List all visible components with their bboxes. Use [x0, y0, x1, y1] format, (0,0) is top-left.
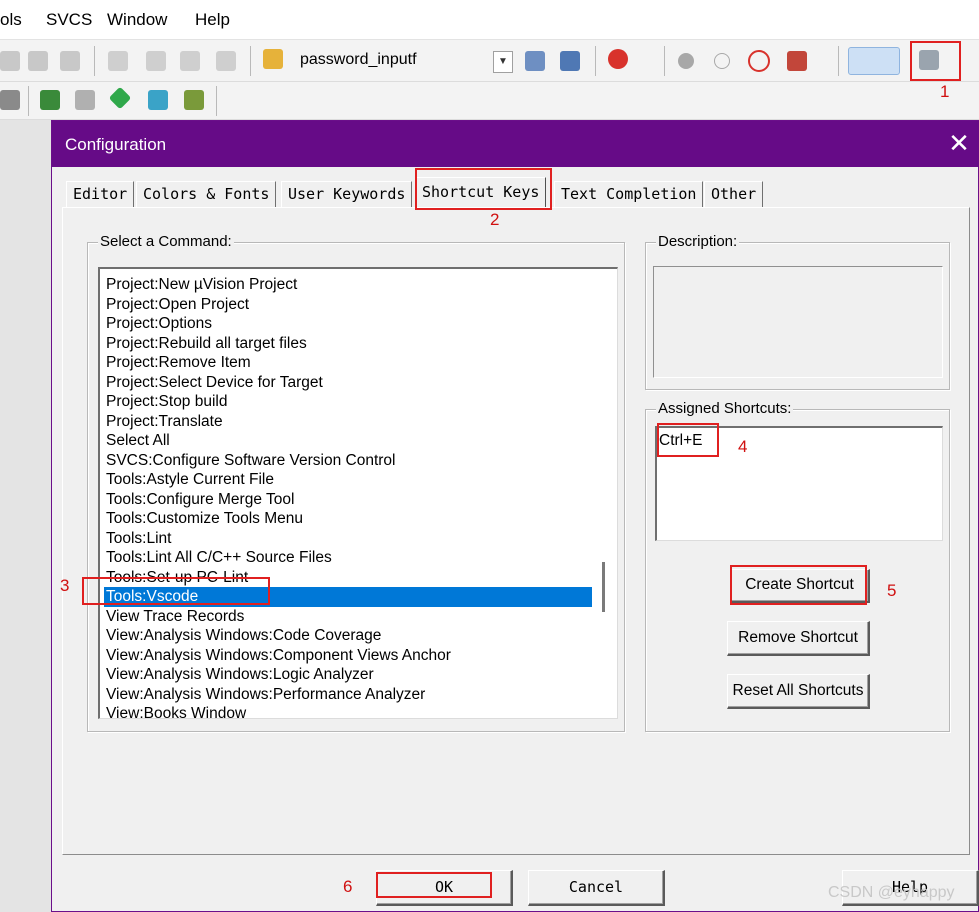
find-icon[interactable]: [560, 51, 580, 71]
annotation-box-3: [82, 577, 270, 605]
annotation-number-1: 1: [940, 82, 950, 101]
scrollbar[interactable]: [592, 269, 616, 718]
breakpoint-disable-icon[interactable]: [714, 53, 730, 69]
build-toolbar: [0, 82, 979, 120]
tab-user-keywords[interactable]: User Keywords: [281, 181, 413, 207]
kill-breakpoints-icon[interactable]: [748, 50, 770, 72]
components-icon[interactable]: [75, 90, 95, 110]
assigned-shortcuts-label: Assigned Shortcuts:: [656, 400, 794, 417]
annotation-number-6: 6: [343, 877, 353, 896]
list-item[interactable]: Project:Stop build: [104, 392, 592, 412]
list-item[interactable]: View Trace Records: [104, 607, 592, 627]
cancel-button[interactable]: Cancel: [528, 870, 665, 906]
watermark: CSDN @eyhappy: [828, 884, 955, 901]
align-right-icon[interactable]: [146, 51, 166, 71]
target-combo[interactable]: password_inputf: [300, 51, 417, 69]
comment-icon[interactable]: [180, 51, 200, 71]
list-item[interactable]: Project:Translate: [104, 412, 592, 432]
dialog-titlebar: Configuration ✕: [52, 121, 979, 167]
list-item[interactable]: View:Analysis Windows:Code Coverage: [104, 626, 592, 646]
list-item[interactable]: View:Analysis Windows:Logic Analyzer: [104, 665, 592, 685]
list-item[interactable]: Tools:Configure Merge Tool: [104, 490, 592, 510]
annotation-number-3: 3: [60, 576, 70, 595]
configuration-dialog: Configuration ✕ Editor Colors & Fonts Us…: [51, 120, 979, 912]
scrollbar-thumb[interactable]: [602, 562, 605, 612]
list-item[interactable]: View:Books Window: [104, 704, 592, 718]
align-icon[interactable]: [108, 51, 128, 71]
list-item[interactable]: Tools:Lint: [104, 529, 592, 549]
annotation-box-4: [657, 423, 719, 457]
wand-icon[interactable]: [0, 90, 20, 110]
pack-installer-icon[interactable]: [108, 86, 132, 110]
menu-help[interactable]: Help: [195, 10, 230, 30]
list-item[interactable]: Tools:Astyle Current File: [104, 470, 592, 490]
tab-colors-fonts[interactable]: Colors & Fonts: [136, 181, 277, 207]
tab-text-completion[interactable]: Text Completion: [554, 181, 704, 207]
toolbar-separator: [250, 46, 251, 76]
editor-area: [0, 120, 52, 912]
menu-svcs[interactable]: SVCS: [46, 10, 92, 30]
list-item[interactable]: View:Analysis Windows:Component Views An…: [104, 646, 592, 666]
dialog-title: Configuration: [65, 135, 167, 154]
command-list[interactable]: Project:New µVision Project Project:Open …: [98, 267, 618, 719]
annotation-box-2: [415, 168, 552, 210]
menu-bar: ols SVCS Window Help: [0, 0, 979, 40]
toolbar-separator: [216, 86, 217, 116]
toolbar-separator: [595, 46, 596, 76]
list-item[interactable]: View:Analysis Windows:Performance Analyz…: [104, 685, 592, 705]
annotation-number-4: 4: [738, 437, 748, 456]
debug-icon[interactable]: [608, 49, 628, 69]
uncomment-icon[interactable]: [216, 51, 236, 71]
list-item[interactable]: Tools:Customize Tools Menu: [104, 509, 592, 529]
remove-shortcut-button[interactable]: Remove Shortcut: [727, 621, 870, 656]
annotation-number-2: 2: [490, 210, 500, 229]
annotation-box-1: [910, 41, 961, 81]
run-time-icon[interactable]: [184, 90, 204, 110]
indent-icon[interactable]: [0, 51, 20, 71]
toolbar-separator: [28, 86, 29, 116]
description-label: Description:: [656, 233, 740, 250]
file-list-icon[interactable]: [525, 51, 545, 71]
tab-other[interactable]: Other: [704, 181, 764, 207]
list-item[interactable]: Project:New µVision Project: [104, 275, 592, 295]
tab-editor[interactable]: Editor: [66, 181, 135, 207]
toolbar-separator: [838, 46, 839, 76]
list-item[interactable]: Select All: [104, 431, 592, 451]
window-layout-icon[interactable]: [848, 47, 900, 75]
annotation-box-5: [730, 565, 867, 605]
list-item[interactable]: Project:Select Device for Target: [104, 373, 592, 393]
list-item[interactable]: Tools:Lint All C/C++ Source Files: [104, 548, 592, 568]
bookmark-icon[interactable]: [60, 51, 80, 71]
manage-project-icon[interactable]: [40, 90, 60, 110]
open-file-icon[interactable]: [263, 49, 283, 69]
list-item[interactable]: Project:Open Project: [104, 295, 592, 315]
breakpoint-icon[interactable]: [678, 53, 694, 69]
main-toolbar: [0, 40, 979, 82]
toolbar-separator: [94, 46, 95, 76]
toolbar-separator: [664, 46, 665, 76]
close-icon[interactable]: ✕: [944, 129, 974, 159]
list-item[interactable]: Project:Rebuild all target files: [104, 334, 592, 354]
list-item[interactable]: Project:Options: [104, 314, 592, 334]
erase-icon[interactable]: [787, 51, 807, 71]
list-item[interactable]: Project:Remove Item: [104, 353, 592, 373]
description-box: [653, 266, 943, 378]
list-item[interactable]: SVCS:Configure Software Version Control: [104, 451, 592, 471]
annotation-number-5: 5: [887, 581, 897, 600]
reset-all-shortcuts-button[interactable]: Reset All Shortcuts: [727, 674, 870, 709]
menu-window[interactable]: Window: [107, 10, 167, 30]
annotation-box-6: [376, 872, 492, 898]
chevron-down-icon[interactable]: ▼: [493, 51, 513, 73]
unindent-icon[interactable]: [28, 51, 48, 71]
gem-icon[interactable]: [148, 90, 168, 110]
menu-tools[interactable]: ols: [0, 10, 22, 30]
select-command-label: Select a Command:: [98, 233, 234, 250]
